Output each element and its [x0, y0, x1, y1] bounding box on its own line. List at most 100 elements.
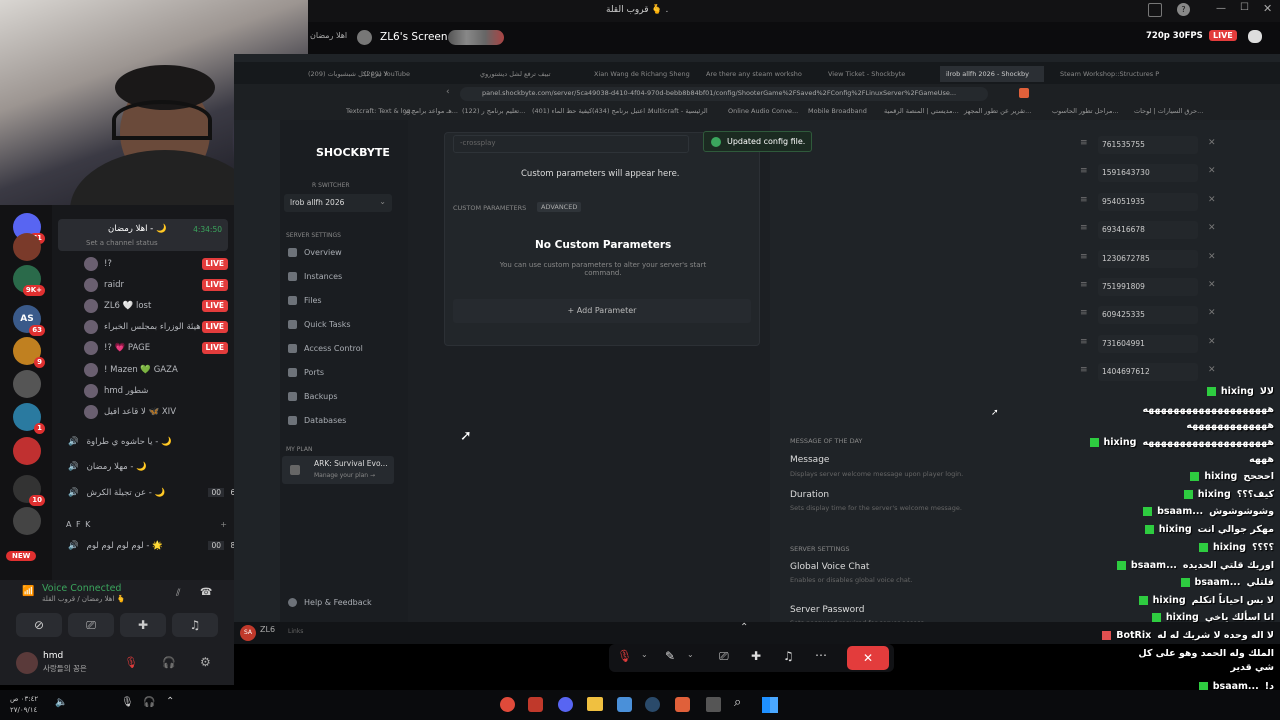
browser-tab[interactable]: Xian Wang de Richang Sheng [594, 66, 694, 82]
folder-icon[interactable] [587, 697, 603, 711]
browser-tab[interactable]: Are there any steam worksho [706, 66, 816, 82]
obs-icon[interactable] [500, 697, 515, 712]
browser-tab-active[interactable]: ilrob allfh 2026 - Shockby [940, 66, 1044, 82]
server-icon[interactable]: 1 [13, 403, 45, 434]
avatar[interactable]: SA [240, 625, 256, 641]
noise-suppression-icon[interactable]: ⫽ [176, 588, 180, 599]
activities-icon[interactable]: ✚ [751, 649, 761, 663]
voice-user[interactable]: ! Mazen 💚 GAZA [58, 359, 228, 380]
nav-instances[interactable]: Instances [288, 272, 342, 281]
channel-status[interactable]: Set a channel status [86, 239, 158, 247]
drag-handle-icon[interactable]: ≡ [1080, 252, 1088, 262]
viewer-avatars[interactable] [448, 30, 504, 45]
maximize-button[interactable]: ☐ [1240, 2, 1249, 13]
advanced-badge[interactable]: ADVANCED [537, 202, 582, 212]
chevron-down-icon[interactable]: ⌄ [641, 650, 648, 659]
voice-channel[interactable]: 🔊عن تجيلة الكرش - 🌙0069 [58, 482, 240, 503]
drag-handle-icon[interactable]: ≡ [1080, 280, 1088, 290]
chevron-up-icon[interactable]: ⌃ [166, 696, 174, 707]
browser-tab[interactable]: تبيف ترفع لشل ديشتوروي [480, 66, 580, 82]
chevron-up-icon[interactable]: ⌃ [740, 622, 748, 633]
remove-icon[interactable]: ✕ [1208, 252, 1216, 262]
server-icon[interactable] [13, 233, 41, 261]
remove-icon[interactable]: ✕ [1208, 308, 1216, 318]
drag-handle-icon[interactable]: ≡ [1080, 138, 1088, 148]
chevron-down-icon[interactable]: ⌄ [687, 650, 694, 659]
brave-shield-icon[interactable] [1019, 88, 1029, 98]
voice-user[interactable]: raidr LIVE [58, 274, 228, 295]
discord-icon[interactable] [558, 697, 573, 712]
server-icon[interactable] [13, 370, 41, 398]
server-switcher[interactable]: lrob allfh 2026 ⌄ [284, 194, 392, 212]
remove-icon[interactable]: ✕ [1208, 195, 1216, 205]
bookmark[interactable]: تقرير عن تطور المجهز... [964, 107, 1031, 115]
mod-row[interactable]: ≡ 731604991 ✕ [1080, 333, 1220, 355]
mod-row[interactable]: ≡ 761535755 ✕ [1080, 134, 1220, 156]
settings-gear-icon[interactable]: ⚙ [200, 655, 211, 669]
links-label[interactable]: Links [288, 628, 303, 635]
remove-icon[interactable]: ✕ [1208, 365, 1216, 375]
drag-handle-icon[interactable]: ≡ [1080, 195, 1088, 205]
signal-icon[interactable]: 📶 [22, 586, 34, 597]
server-icon[interactable]: 9K+ [13, 265, 45, 296]
bookmark[interactable]: مراحل تطور الحاسوب... [1052, 107, 1119, 115]
avatar[interactable] [16, 652, 38, 674]
speaker-icon[interactable]: 🔈 [55, 697, 67, 708]
deafen-icon[interactable]: 🎧 [162, 656, 176, 669]
clock-date[interactable]: ٢٧/٠٩/١٤ [10, 706, 37, 714]
screen-share-icon[interactable]: ⎚ [719, 649, 729, 664]
bookmark[interactable]: حرق السيارات | لوحات... [1134, 107, 1203, 115]
mic-muted-icon[interactable]: 🎙 [617, 649, 632, 663]
voice-user[interactable]: !? 💗 PAGE LIVE [58, 337, 228, 358]
minimize-button[interactable]: — [1216, 3, 1226, 14]
help-feedback-link[interactable]: Help & Feedback [288, 598, 372, 607]
server-icon[interactable]: 9 [13, 337, 45, 368]
close-button[interactable]: ✕ [1263, 2, 1272, 15]
bookmark[interactable]: هـ مواعد برامج تر... [404, 107, 458, 115]
drag-handle-icon[interactable]: ≡ [1080, 337, 1088, 347]
browser-tab[interactable]: (209) YouTube [364, 66, 454, 82]
nav-ports[interactable]: Ports [288, 368, 324, 377]
shockbyte-logo[interactable]: SHOCKBYTE [316, 146, 390, 159]
mod-row[interactable]: ≡ 751991809 ✕ [1080, 276, 1220, 298]
remove-icon[interactable]: ✕ [1208, 223, 1216, 233]
category-afk[interactable]: A F K + [58, 514, 228, 535]
soundboard-icon[interactable]: ♫ [783, 649, 794, 663]
camera-icon[interactable]: ✎ [665, 649, 675, 663]
drag-handle-icon[interactable]: ≡ [1080, 308, 1088, 318]
nav-databases[interactable]: Databases [288, 416, 346, 425]
steam-icon[interactable] [645, 697, 660, 712]
help-icon[interactable]: ? [1177, 3, 1190, 16]
store-icon[interactable] [617, 697, 632, 712]
bookmark[interactable]: مديستي | المنصة الرقمية... [884, 107, 959, 115]
leave-call-button[interactable]: ✕ [847, 646, 889, 670]
bookmark[interactable]: Multicraft - الرئيسية [648, 107, 708, 115]
app-icon[interactable] [528, 697, 543, 712]
mod-row[interactable]: ≡ 1404697612 ✕ [1080, 361, 1220, 383]
plan-card[interactable]: ARK: Survival Evo... Manage your plan → [282, 456, 394, 484]
voice-channel-link[interactable]: اهلا رمضان / قروب القلة 🫰 [42, 595, 125, 603]
mic-icon[interactable]: 🎙 [121, 697, 134, 708]
back-icon[interactable]: ‹ [446, 87, 450, 97]
server-icon[interactable] [13, 437, 41, 465]
server-icon[interactable] [13, 507, 41, 535]
mod-row[interactable]: ≡ 693416678 ✕ [1080, 219, 1220, 241]
mute-mic-icon[interactable]: 🎙 [124, 656, 138, 669]
voice-user[interactable]: هيئة الوزراء بمجلس الخبراء LIVE [58, 316, 228, 337]
disconnect-icon[interactable]: ☎ [200, 587, 212, 598]
remove-icon[interactable]: ✕ [1208, 280, 1216, 290]
bookmark[interactable]: Mobile Broadband [808, 107, 867, 115]
mod-row[interactable]: ≡ 1591643730 ✕ [1080, 162, 1220, 184]
headphones-icon[interactable]: 🎧 [143, 697, 155, 708]
active-voice-channel[interactable]: اهلا رمضان - 🌙 4:34:50 Set a channel sta… [58, 219, 228, 251]
camera-off-button[interactable]: ⊘ [16, 613, 62, 637]
bookmark[interactable]: (122) تعليم برنامج ر... [462, 107, 525, 115]
drag-handle-icon[interactable]: ≡ [1080, 223, 1088, 233]
voice-user[interactable]: !? LIVE [58, 253, 228, 274]
mod-row[interactable]: ≡ 609425335 ✕ [1080, 304, 1220, 326]
browser-tab[interactable]: View Ticket - Shockbyte [828, 66, 928, 82]
server-icon-as[interactable]: AS 63 [13, 305, 45, 336]
voice-user[interactable]: ZL6 🤍 lost LIVE [58, 295, 228, 316]
add-channel-icon[interactable]: + [220, 520, 228, 529]
drag-handle-icon[interactable]: ≡ [1080, 365, 1088, 375]
